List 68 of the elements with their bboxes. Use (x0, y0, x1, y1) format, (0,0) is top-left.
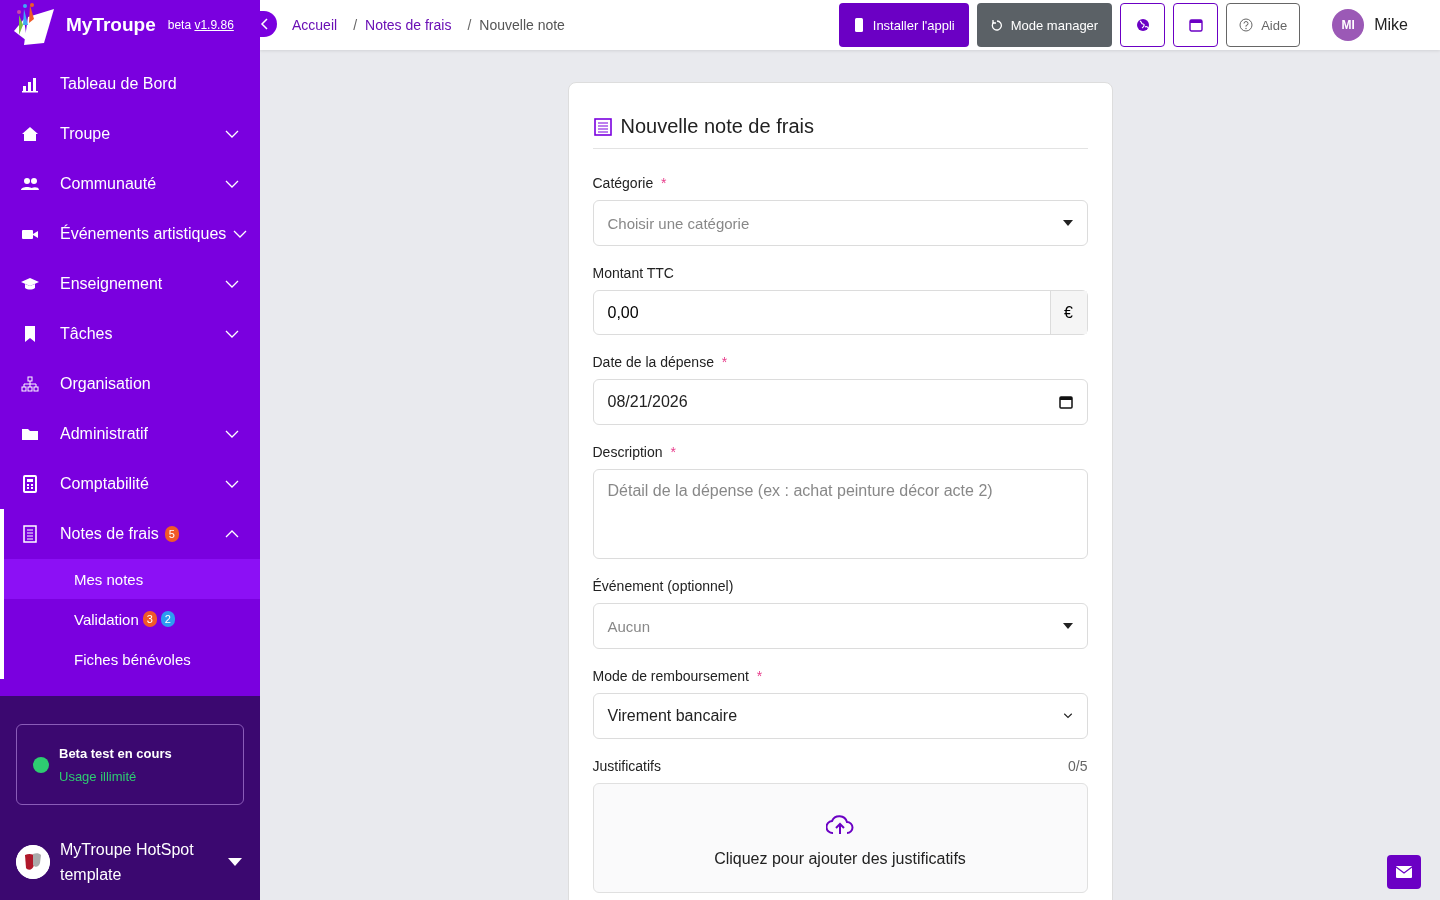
manager-mode-button[interactable]: Mode manager (976, 3, 1113, 47)
status-title: Beta test en cours (59, 745, 172, 761)
home-icon (20, 124, 40, 144)
upload-area[interactable]: Cliquez pour ajouter des justificatifs (592, 783, 1088, 893)
phone-icon (852, 18, 865, 32)
date-field[interactable]: 08/21/2026 (592, 379, 1088, 425)
version-label: beta v1.9.86 (167, 18, 234, 32)
field-label: Justificatifs (592, 758, 661, 774)
submenu-item[interactable]: Fiches bénévoles (4, 639, 260, 679)
sidebar-item[interactable]: Administratif (0, 409, 260, 459)
submenu-item[interactable]: Validation 3 2 (4, 599, 260, 639)
help-button[interactable]: Aide (1226, 3, 1301, 47)
breadcrumb-link[interactable]: Accueil (292, 17, 338, 33)
calendar-icon (1188, 18, 1203, 32)
help-icon (1239, 18, 1254, 32)
sidebar-item[interactable]: Communauté (0, 159, 260, 209)
user-name[interactable]: Mike (1374, 16, 1408, 34)
field-label: Mode de remboursement * (592, 668, 763, 684)
install-button[interactable]: Installer l'appli (838, 3, 969, 47)
form-title: Nouvelle note de frais (620, 115, 814, 138)
sidebar-item[interactable]: Tableau de Bord (0, 59, 260, 109)
caret-icon (1062, 623, 1073, 629)
sidebar-item[interactable]: Comptabilité (0, 459, 260, 509)
sidebar-item[interactable]: Organisation (0, 359, 260, 409)
brand-name: MyTroupe (66, 14, 156, 36)
sitemap-icon (20, 374, 40, 394)
receipt-icon (20, 524, 40, 544)
status-subtitle: Usage illimité (59, 768, 138, 784)
breadcrumb-link[interactable]: Notes de frais (365, 17, 452, 33)
breadcrumb-separator: / (467, 17, 472, 33)
dropdown-field[interactable]: Choisir une catégorie (592, 200, 1088, 246)
globe-icon (1135, 18, 1150, 32)
field-label: Date de la dépense * (592, 354, 728, 370)
calendar-button[interactable] (1173, 3, 1219, 47)
field-label: Événement (optionnel) (592, 578, 734, 594)
organization-name[interactable]: MyTroupe HotSpot template (60, 837, 210, 887)
dropdown-field[interactable]: Virement bancaire (592, 693, 1088, 739)
dropdown-field[interactable]: Aucun (592, 603, 1088, 649)
count-badge: 5 (164, 526, 179, 542)
upload-icon (826, 814, 854, 836)
submenu-item[interactable]: Mes notes (4, 559, 260, 599)
count-badge: 3 (142, 611, 157, 627)
caret-icon[interactable] (228, 857, 242, 867)
sidebar-item[interactable]: Enseignement (0, 259, 260, 309)
refresh-icon (990, 19, 1003, 31)
calendar-icon[interactable] (1058, 395, 1073, 409)
mail-button[interactable] (1387, 855, 1421, 889)
sidebar-item[interactable]: Tâches (0, 309, 260, 359)
field-label: Montant TTC (592, 265, 674, 281)
calculator-icon (20, 474, 40, 494)
sidebar-item[interactable]: Événements artistiques (0, 209, 260, 259)
receipt-icon (592, 116, 613, 137)
caret-icon (1062, 220, 1073, 226)
sidebar-item[interactable]: Troupe (0, 109, 260, 159)
breadcrumb-current: Nouvelle note (479, 17, 565, 33)
file-counter: 0/5 (1068, 758, 1088, 774)
version-link[interactable]: v1.9.86 (194, 18, 234, 32)
field-label: Catégorie * (592, 175, 667, 191)
envelope-icon (1396, 866, 1412, 878)
description-field[interactable]: Détail de la dépense (ex : achat peinture décor acte 2) (592, 469, 1088, 559)
count-badge: 2 (160, 611, 175, 627)
field-label: Description * (592, 444, 676, 460)
collapse-icon[interactable] (260, 11, 277, 37)
upload-prompt: Cliquez pour ajouter des justificatifs (714, 850, 966, 868)
breadcrumb-separator: / (353, 17, 358, 33)
user-avatar[interactable]: MI (1332, 9, 1365, 41)
language-button[interactable] (1120, 3, 1166, 47)
chevron-icon (1062, 713, 1073, 719)
